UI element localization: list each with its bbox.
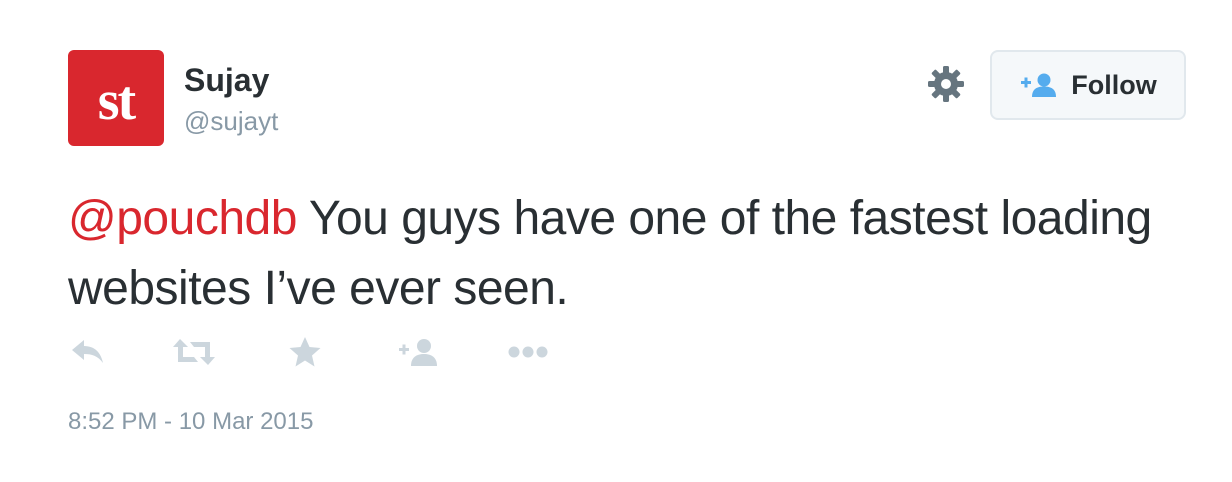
follow-icon [399,339,437,366]
user-handle[interactable]: @sujayt [184,108,278,134]
follow-button-label: Follow [1071,69,1157,100]
gear-icon[interactable] [926,64,966,104]
reply-icon [72,340,103,363]
display-name[interactable]: Sujay [184,64,269,96]
favorite-button[interactable] [288,332,322,372]
more-button[interactable] [508,332,548,372]
retweet-button[interactable] [172,332,216,372]
avatar[interactable]: st [68,50,164,146]
avatar-logo-text: st [97,70,136,132]
more-icon [508,346,548,358]
mention-link[interactable]: @pouchdb [68,192,297,245]
retweet-icon [173,339,215,365]
tweet-text: @pouchdb You guys have one of the fastes… [68,184,1188,324]
favorite-icon [289,337,321,367]
reply-button[interactable] [70,332,106,372]
follow-user-icon [1021,73,1057,97]
follow-action-button[interactable] [398,332,440,372]
tweet-card: st Sujay @sujayt Follow @pouchdb You guy… [0,0,1232,482]
tweet-timestamp[interactable]: 8:52 PM - 10 Mar 2015 [68,410,313,434]
follow-button[interactable]: Follow [990,50,1186,120]
